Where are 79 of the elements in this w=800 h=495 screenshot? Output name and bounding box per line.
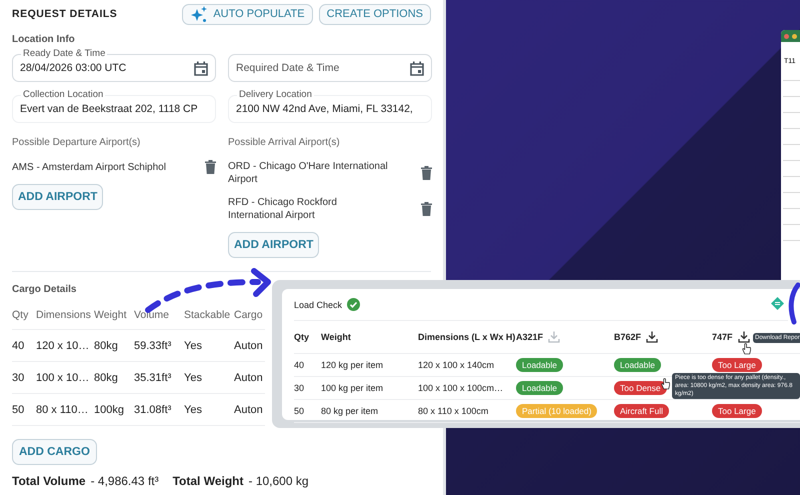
trash-icon[interactable]: [421, 202, 432, 216]
calendar-icon[interactable]: [194, 60, 208, 76]
airport-name: RFD - Chicago Rockford International Airport: [228, 196, 338, 222]
date-field[interactable]: Required Date & Time: [228, 47, 432, 82]
add-airport-button[interactable]: ADD AIRPORT: [12, 184, 104, 210]
status-badge: Aircraft Full: [614, 404, 669, 418]
table-cell: 40: [12, 330, 36, 362]
column-header: 747F: [712, 332, 733, 342]
status-badge: Loadable: [516, 358, 563, 372]
auto-populate-button[interactable]: AUTO POPULATE: [182, 4, 313, 24]
table-cell: 40: [294, 360, 304, 370]
status-badge: Loadable: [614, 358, 661, 372]
table-cell: 59.33ft³: [134, 330, 184, 362]
hand-cursor-icon: [742, 343, 751, 355]
download-icon[interactable]: [646, 331, 658, 343]
column-header: B762F: [614, 332, 642, 342]
trash-icon[interactable]: [421, 166, 432, 180]
status-badge: Too Large: [712, 358, 762, 372]
total-text: Total Weight - 10,600 kg: [172, 474, 309, 488]
table-cell: 120 kg per item: [321, 360, 384, 370]
diamond-logo-icon[interactable]: [771, 297, 784, 310]
pen-stroke: [788, 282, 800, 324]
table-cell: 50: [294, 406, 304, 416]
table-cell: 100 x 100 x 100cm…: [418, 383, 504, 393]
table-cell: Yes: [184, 362, 234, 394]
table-cell: 80kg: [94, 362, 134, 394]
total-text: Total Volume - 4,986.43 ft³: [12, 474, 159, 488]
table-cell: 80 x 110 x 100cm: [418, 406, 488, 416]
card-title: Load Check: [294, 300, 342, 310]
status-badge: Partial (10 loaded): [516, 404, 598, 418]
column-header: A321F: [516, 332, 544, 342]
add-airport-button[interactable]: ADD AIRPORT: [228, 232, 320, 258]
airport-name: ORD - Chicago O'Hare International Airport: [228, 160, 388, 186]
table-cell: Yes: [184, 330, 234, 362]
column-header: Dimensions (L x Wx H): [418, 332, 516, 342]
table-cell: 100 x 10…: [36, 362, 94, 394]
table-cell: 80 x 110…: [36, 394, 94, 426]
table-cell: 100 kg per item: [321, 383, 384, 393]
table-cell: 120 x 100 x 140cm: [418, 360, 494, 370]
table-cell: Auton: [234, 394, 265, 426]
status-badge: Loadable: [516, 381, 563, 395]
download-icon[interactable]: [738, 331, 750, 343]
column-header: Weight: [321, 332, 351, 342]
table-cell: 31.08ft³: [134, 394, 184, 426]
status-badge: Too Large: [712, 404, 762, 418]
section-title: REQUEST DETAILS: [12, 8, 118, 20]
options-button[interactable]: CREATE OPTIONS: [318, 4, 431, 24]
table-cell: 80kg: [94, 330, 134, 362]
section-label: Location Info: [12, 34, 76, 45]
location-field[interactable]: Collection Location Evert van de Beekstraat 202, 1118 CP: [12, 88, 216, 123]
table-cell: 50: [12, 394, 36, 426]
table-cell: 80 kg per item: [321, 406, 378, 416]
section-label: Possible Arrival Airport(s): [228, 137, 341, 148]
status-badge: Too Dense: [614, 381, 667, 395]
table-cell: Auton: [234, 330, 265, 362]
hand-cursor-icon: [661, 378, 670, 390]
table-cell: 120 x 10…: [36, 330, 94, 362]
table-cell: Yes: [184, 394, 234, 426]
column-header: Qty: [294, 332, 310, 342]
section-label: Possible Departure Airport(s): [12, 137, 142, 148]
table-cell: Auton: [234, 362, 265, 394]
date-field[interactable]: Ready Date & Time 28/04/2026 03:00 UTC: [12, 47, 216, 82]
column-header: Stackable: [184, 301, 234, 330]
section-label: Cargo Details: [12, 284, 78, 295]
sparkle-icon: [190, 6, 208, 22]
table-cell: 30: [12, 362, 36, 394]
column-header: Weight: [94, 301, 134, 330]
add-cargo-button[interactable]: ADD CARGO: [12, 439, 97, 465]
column-header: Volume: [134, 301, 184, 330]
table-cell: 30: [294, 383, 304, 393]
column-header: Qty: [12, 301, 36, 330]
location-field[interactable]: Delivery Location 2100 NW 42nd Ave, Miami, FL 33142,: [228, 88, 432, 123]
column-header: Cargo: [234, 301, 265, 330]
trash-icon[interactable]: [205, 160, 216, 174]
calendar-icon[interactable]: [410, 60, 424, 76]
column-header: Dimensions: [36, 301, 94, 330]
airport-name: AMS - Amsterdam Airport Schiphol: [12, 160, 167, 174]
table-cell: 100kg: [94, 394, 134, 426]
table-cell: 35.31ft³: [134, 362, 184, 394]
